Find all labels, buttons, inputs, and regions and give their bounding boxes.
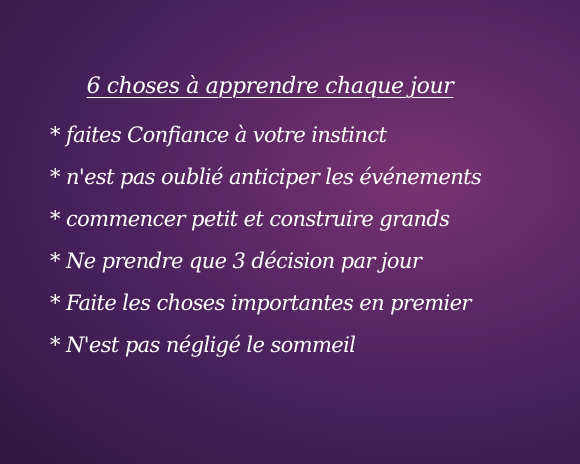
tip-item-3: * commencer petit et construire grands (50, 207, 450, 231)
tip-item-2: * n'est pas oublié anticiper les événeme… (50, 165, 482, 189)
tip-item-4: * Ne prendre que 3 décision par jour (50, 249, 422, 273)
tip-item-1: * faites Confiance à votre instinct (50, 123, 387, 147)
tips-list: * faites Confiance à votre instinct * n'… (50, 114, 482, 366)
quote-card: 6 choses à apprendre chaque jour * faite… (0, 0, 580, 464)
tip-item-6: * N'est pas négligé le sommeil (50, 333, 356, 357)
card-title: 6 choses à apprendre chaque jour (86, 74, 454, 99)
tip-item-5: * Faite les choses importantes en premie… (50, 291, 471, 315)
